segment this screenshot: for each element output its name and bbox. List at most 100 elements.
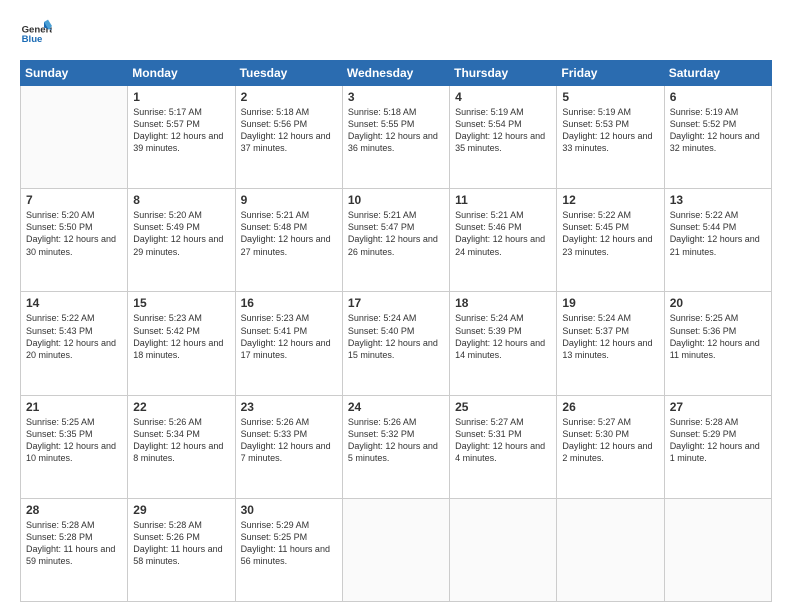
calendar-cell: 2 Sunrise: 5:18 AMSunset: 5:56 PMDaylight… [235,86,342,189]
day-number: 3 [348,90,444,104]
cell-info: Sunrise: 5:20 AMSunset: 5:50 PMDaylight:… [26,209,122,258]
calendar-cell: 19 Sunrise: 5:24 AMSunset: 5:37 PMDayligh… [557,292,664,395]
calendar-cell: 23 Sunrise: 5:26 AMSunset: 5:33 PMDayligh… [235,395,342,498]
page: General Blue SundayMondayTuesdayWednesda… [0,0,792,612]
day-number: 11 [455,193,551,207]
cell-info: Sunrise: 5:21 AMSunset: 5:47 PMDaylight:… [348,209,444,258]
cell-info: Sunrise: 5:18 AMSunset: 5:56 PMDaylight:… [241,106,337,155]
day-number: 7 [26,193,122,207]
calendar-cell: 10 Sunrise: 5:21 AMSunset: 5:47 PMDayligh… [342,189,449,292]
cell-info: Sunrise: 5:19 AMSunset: 5:53 PMDaylight:… [562,106,658,155]
day-number: 30 [241,503,337,517]
week-row-4: 21Sunrise: 5:25 AMSunset: 5:35 PMDayligh… [21,395,772,498]
day-number: 13 [670,193,766,207]
weekday-header-saturday: Saturday [664,61,771,86]
calendar-cell: 26Sunrise: 5:27 AMSunset: 5:30 PMDayligh… [557,395,664,498]
day-number: 27 [670,400,766,414]
week-row-3: 14 Sunrise: 5:22 AMSunset: 5:43 PMDayligh… [21,292,772,395]
cell-info: Sunrise: 5:27 AMSunset: 5:31 PMDaylight:… [455,416,551,465]
day-number: 6 [670,90,766,104]
cell-info: Sunrise: 5:17 AMSunset: 5:57 PMDaylight:… [133,106,229,155]
calendar-cell [664,498,771,601]
cell-info: Sunrise: 5:26 AMSunset: 5:32 PMDaylight:… [348,416,444,465]
calendar-cell: 21Sunrise: 5:25 AMSunset: 5:35 PMDayligh… [21,395,128,498]
day-number: 8 [133,193,229,207]
calendar-cell: 11 Sunrise: 5:21 AMSunset: 5:46 PMDayligh… [450,189,557,292]
calendar-cell: 3 Sunrise: 5:18 AMSunset: 5:55 PMDaylight… [342,86,449,189]
calendar-cell [557,498,664,601]
calendar-cell: 9Sunrise: 5:21 AMSunset: 5:48 PMDaylight… [235,189,342,292]
calendar-cell [21,86,128,189]
cell-info: Sunrise: 5:24 AMSunset: 5:40 PMDaylight:… [348,312,444,361]
week-row-2: 7 Sunrise: 5:20 AMSunset: 5:50 PMDaylight… [21,189,772,292]
day-number: 20 [670,296,766,310]
day-number: 22 [133,400,229,414]
logo-icon: General Blue [20,18,52,50]
svg-text:Blue: Blue [22,34,43,45]
cell-info: Sunrise: 5:27 AMSunset: 5:30 PMDaylight:… [562,416,658,465]
calendar-table: SundayMondayTuesdayWednesdayThursdayFrid… [20,60,772,602]
header: General Blue [20,18,772,50]
cell-info: Sunrise: 5:23 AMSunset: 5:42 PMDaylight:… [133,312,229,361]
day-number: 29 [133,503,229,517]
calendar-cell: 8 Sunrise: 5:20 AMSunset: 5:49 PMDaylight… [128,189,235,292]
calendar-cell: 25 Sunrise: 5:27 AMSunset: 5:31 PMDayligh… [450,395,557,498]
calendar-cell: 14 Sunrise: 5:22 AMSunset: 5:43 PMDayligh… [21,292,128,395]
cell-info: Sunrise: 5:28 AMSunset: 5:28 PMDaylight:… [26,519,122,568]
calendar-cell: 6 Sunrise: 5:19 AMSunset: 5:52 PMDaylight… [664,86,771,189]
calendar-cell: 16Sunrise: 5:23 AMSunset: 5:41 PMDayligh… [235,292,342,395]
calendar-cell: 27 Sunrise: 5:28 AMSunset: 5:29 PMDayligh… [664,395,771,498]
day-number: 4 [455,90,551,104]
calendar-cell [450,498,557,601]
cell-info: Sunrise: 5:21 AMSunset: 5:46 PMDaylight:… [455,209,551,258]
cell-info: Sunrise: 5:26 AMSunset: 5:33 PMDaylight:… [241,416,337,465]
calendar-cell: 15Sunrise: 5:23 AMSunset: 5:42 PMDayligh… [128,292,235,395]
logo: General Blue [20,18,52,50]
day-number: 1 [133,90,229,104]
calendar-cell: 4Sunrise: 5:19 AMSunset: 5:54 PMDaylight… [450,86,557,189]
calendar-cell: 29 Sunrise: 5:28 AMSunset: 5:26 PMDayligh… [128,498,235,601]
cell-info: Sunrise: 5:22 AMSunset: 5:44 PMDaylight:… [670,209,766,258]
cell-info: Sunrise: 5:22 AMSunset: 5:45 PMDaylight:… [562,209,658,258]
cell-info: Sunrise: 5:22 AMSunset: 5:43 PMDaylight:… [26,312,122,361]
weekday-header-monday: Monday [128,61,235,86]
calendar-cell: 13 Sunrise: 5:22 AMSunset: 5:44 PMDayligh… [664,189,771,292]
day-number: 14 [26,296,122,310]
cell-info: Sunrise: 5:21 AMSunset: 5:48 PMDaylight:… [241,209,337,258]
day-number: 24 [348,400,444,414]
weekday-header-tuesday: Tuesday [235,61,342,86]
cell-info: Sunrise: 5:19 AMSunset: 5:52 PMDaylight:… [670,106,766,155]
weekday-header-wednesday: Wednesday [342,61,449,86]
calendar-cell: 18Sunrise: 5:24 AMSunset: 5:39 PMDayligh… [450,292,557,395]
cell-info: Sunrise: 5:26 AMSunset: 5:34 PMDaylight:… [133,416,229,465]
calendar-cell: 24 Sunrise: 5:26 AMSunset: 5:32 PMDayligh… [342,395,449,498]
cell-info: Sunrise: 5:28 AMSunset: 5:29 PMDaylight:… [670,416,766,465]
cell-info: Sunrise: 5:20 AMSunset: 5:49 PMDaylight:… [133,209,229,258]
calendar-cell [342,498,449,601]
day-number: 5 [562,90,658,104]
cell-info: Sunrise: 5:24 AMSunset: 5:37 PMDaylight:… [562,312,658,361]
day-number: 25 [455,400,551,414]
calendar-cell: 22 Sunrise: 5:26 AMSunset: 5:34 PMDayligh… [128,395,235,498]
day-number: 19 [562,296,658,310]
cell-info: Sunrise: 5:29 AMSunset: 5:25 PMDaylight:… [241,519,337,568]
day-number: 23 [241,400,337,414]
day-number: 17 [348,296,444,310]
week-row-1: 1 Sunrise: 5:17 AMSunset: 5:57 PMDaylight… [21,86,772,189]
day-number: 2 [241,90,337,104]
calendar-cell: 20 Sunrise: 5:25 AMSunset: 5:36 PMDayligh… [664,292,771,395]
day-number: 21 [26,400,122,414]
day-number: 16 [241,296,337,310]
cell-info: Sunrise: 5:25 AMSunset: 5:36 PMDaylight:… [670,312,766,361]
cell-info: Sunrise: 5:28 AMSunset: 5:26 PMDaylight:… [133,519,229,568]
cell-info: Sunrise: 5:18 AMSunset: 5:55 PMDaylight:… [348,106,444,155]
calendar-cell: 1 Sunrise: 5:17 AMSunset: 5:57 PMDaylight… [128,86,235,189]
calendar-cell: 5 Sunrise: 5:19 AMSunset: 5:53 PMDaylight… [557,86,664,189]
day-number: 18 [455,296,551,310]
day-number: 28 [26,503,122,517]
calendar-cell: 7 Sunrise: 5:20 AMSunset: 5:50 PMDaylight… [21,189,128,292]
day-number: 12 [562,193,658,207]
weekday-header-thursday: Thursday [450,61,557,86]
weekday-header-row: SundayMondayTuesdayWednesdayThursdayFrid… [21,61,772,86]
day-number: 10 [348,193,444,207]
